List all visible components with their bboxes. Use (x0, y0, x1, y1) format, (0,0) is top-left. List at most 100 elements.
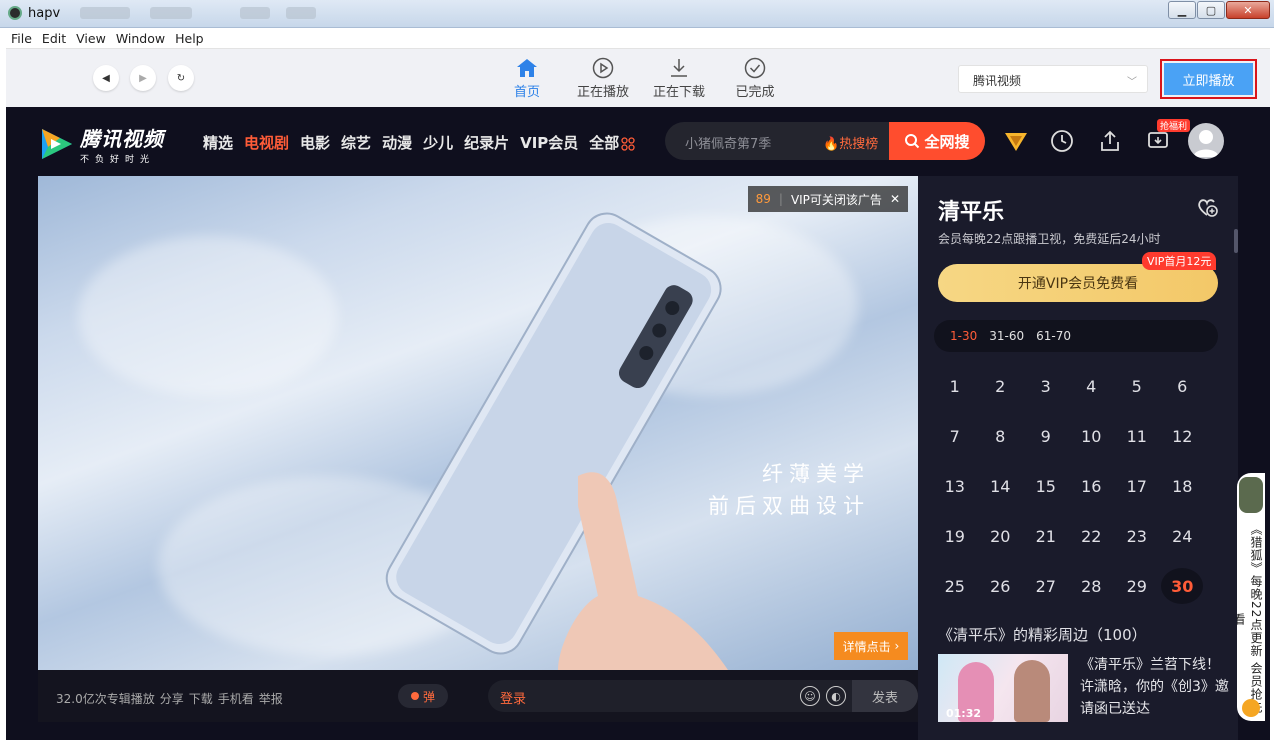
tab-completed-label: 已完成 (735, 85, 775, 100)
site-logo[interactable]: 腾讯视频 不负好时光 (38, 123, 164, 165)
floating-ad[interactable]: 《猎狐》每晚22点更新 会员抢先看 (1237, 473, 1265, 721)
ad-close-badge[interactable]: 89 | VIP可关闭该广告 ✕ (747, 186, 908, 212)
video-duration: 01:32 (946, 707, 982, 720)
episode-button[interactable]: 17 (1114, 468, 1160, 504)
maximize-button[interactable]: ▢ (1197, 1, 1225, 19)
episode-button[interactable]: 28 (1069, 568, 1115, 604)
share-link[interactable]: 分享 (160, 690, 184, 707)
range-tab-61-70[interactable]: 61-70 (1036, 329, 1071, 343)
upload-button[interactable] (1096, 127, 1124, 155)
menu-edit[interactable]: Edit (37, 31, 71, 46)
send-button[interactable]: 发表 (852, 680, 918, 712)
range-tab-31-60[interactable]: 31-60 (989, 329, 1024, 343)
episode-button[interactable]: 5 (1114, 368, 1160, 404)
tab-playing[interactable]: 正在播放 (565, 55, 641, 100)
source-select[interactable]: 腾讯视频 ﹀ (958, 65, 1148, 93)
vip-price-badge: VIP首月12元 (1142, 252, 1217, 270)
forward-arrow-icon: ▶ (139, 72, 147, 84)
episode-button[interactable]: 4 (1069, 368, 1115, 404)
episode-grid: 1 2 3 4 5 6 7 8 9 10 11 12 13 14 15 16 17 18 19 20 21 22 23 24 2… (932, 368, 1224, 604)
user-avatar[interactable] (1188, 123, 1224, 159)
episode-button[interactable]: 16 (1069, 468, 1115, 504)
nav-item-tv[interactable]: 电视剧 (244, 132, 289, 153)
minimize-button[interactable]: ▁ (1168, 1, 1196, 19)
episode-button[interactable]: 19 (932, 518, 978, 554)
vip-crown-button[interactable] (1002, 127, 1030, 155)
episode-button[interactable]: 30 (1161, 568, 1204, 604)
episode-button[interactable]: 22 (1069, 518, 1115, 554)
extras-title[interactable]: 《清平乐》的精彩周边（100） (938, 624, 1147, 645)
ad-close-label: VIP可关闭该广告 (790, 192, 882, 207)
episode-button[interactable]: 9 (1023, 418, 1069, 454)
add-favorite-icon[interactable] (1196, 196, 1218, 218)
ad-portrait (1239, 477, 1263, 513)
episode-button[interactable]: 21 (1023, 518, 1069, 554)
episode-button[interactable]: 3 (1023, 368, 1069, 404)
tab-home[interactable]: 首页 (489, 55, 565, 100)
hot-search-link[interactable]: 🔥热搜榜 (823, 133, 878, 152)
nav-item-documentary[interactable]: 纪录片 (464, 132, 509, 153)
tab-downloading[interactable]: 正在下载 (641, 55, 717, 100)
nav-item-all[interactable]: 全部 (589, 132, 635, 153)
nav-item-vip[interactable]: VIP会员 (520, 132, 578, 153)
episode-button[interactable]: 24 (1160, 518, 1206, 554)
menu-view[interactable]: View (71, 31, 111, 46)
menu-window[interactable]: Window (111, 31, 170, 46)
extra-thumbnail[interactable]: 01:32 (938, 654, 1068, 722)
tab-playing-label: 正在播放 (576, 85, 629, 100)
nav-item-variety[interactable]: 综艺 (341, 132, 371, 153)
floating-ad-text: 《猎狐》每晚22点更新 会员抢先看 (1237, 523, 1263, 715)
danmu-toggle[interactable]: 弹 (398, 684, 448, 708)
episode-button[interactable]: 13 (932, 468, 978, 504)
episode-button[interactable]: 25 (932, 568, 978, 604)
history-button[interactable] (1048, 127, 1076, 155)
download-link[interactable]: 下载 (189, 690, 213, 707)
search-input[interactable]: 小猪佩奇第7季 (685, 133, 771, 152)
sidebar-scrollbar[interactable] (1234, 229, 1238, 253)
episode-button[interactable]: 1 (932, 368, 978, 404)
episode-button[interactable]: 10 (1069, 418, 1115, 454)
tab-completed[interactable]: 已完成 (717, 55, 793, 100)
extra-title-text[interactable]: 《清平乐》兰苕下线！许潇晗，你的《创3》邀请函已送达 (1080, 654, 1230, 720)
episode-button[interactable]: 26 (978, 568, 1024, 604)
site-nav: 精选 电视剧 电影 综艺 动漫 少儿 纪录片 VIP会员 全部 (203, 132, 635, 153)
episode-button[interactable]: 20 (978, 518, 1024, 554)
episode-button[interactable]: 23 (1114, 518, 1160, 554)
upload-icon (1101, 130, 1119, 151)
episode-button[interactable]: 18 (1160, 468, 1206, 504)
episode-button[interactable]: 14 (978, 468, 1024, 504)
download-icon (671, 59, 687, 77)
report-link[interactable]: 举报 (259, 690, 283, 707)
episode-button[interactable]: 27 (1023, 568, 1069, 604)
nav-item-movie[interactable]: 电影 (300, 132, 330, 153)
episode-button[interactable]: 12 (1160, 418, 1206, 454)
show-subtitle: 会员每晚22点跟播卫视，免费延后24小时 (938, 232, 1161, 246)
episode-button[interactable]: 29 (1114, 568, 1160, 604)
back-button[interactable]: ◀ (93, 65, 119, 91)
menu-help[interactable]: Help (170, 31, 209, 46)
episode-button[interactable]: 11 (1114, 418, 1160, 454)
comment-input[interactable]: 登录 ☺ ◐ 发表 (488, 680, 918, 712)
episode-button[interactable]: 7 (932, 418, 978, 454)
nav-item-anime[interactable]: 动漫 (382, 132, 412, 153)
episode-button[interactable]: 6 (1160, 368, 1206, 404)
episode-button[interactable]: 15 (1023, 468, 1069, 504)
close-button[interactable]: ✕ (1226, 1, 1270, 19)
episode-button[interactable]: 8 (978, 418, 1024, 454)
refresh-button[interactable]: ↻ (168, 65, 194, 91)
login-link[interactable]: 登录 (500, 688, 526, 707)
search-all-button[interactable]: 全网搜 (889, 122, 985, 160)
range-tab-1-30[interactable]: 1-30 (950, 329, 977, 343)
menu-file[interactable]: File (6, 31, 37, 46)
play-now-button[interactable]: 立即播放 (1164, 63, 1253, 95)
ad-detail-button[interactable]: 详情点击 › (834, 632, 908, 660)
nav-item-featured[interactable]: 精选 (203, 132, 233, 153)
close-icon[interactable]: ✕ (890, 192, 900, 206)
watch-on-phone-link[interactable]: 手机看 (218, 690, 254, 707)
emoji-icon[interactable]: ☺ (800, 686, 820, 706)
video-player[interactable]: 89 | VIP可关闭该广告 ✕ 纤薄美学 前后双曲设计 详情点击 › (38, 176, 918, 670)
palette-icon[interactable]: ◐ (826, 686, 846, 706)
episode-button[interactable]: 2 (978, 368, 1024, 404)
forward-button[interactable]: ▶ (130, 65, 156, 91)
nav-item-kids[interactable]: 少儿 (423, 132, 453, 153)
